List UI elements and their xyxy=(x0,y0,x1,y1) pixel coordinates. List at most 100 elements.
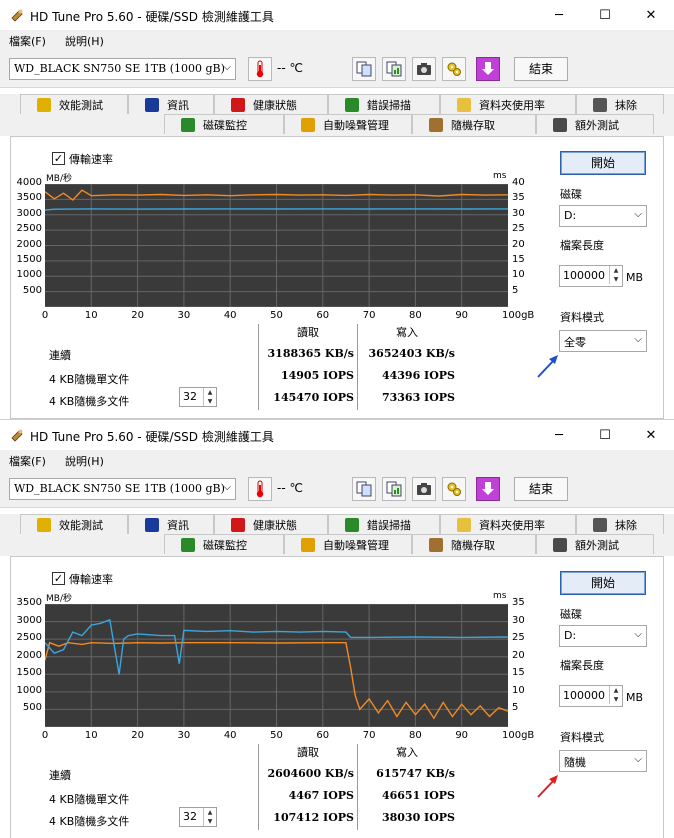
start-button[interactable]: 開始 xyxy=(560,571,646,595)
annotation-arrow-icon xyxy=(537,775,558,798)
tab-icon xyxy=(345,517,359,532)
drive-letter-select[interactable]: D: ⌵ xyxy=(559,205,647,227)
tab-icon xyxy=(145,97,159,112)
spinner-arrows-icon[interactable]: ▲ ▼ xyxy=(609,686,622,704)
transfer-rate-checkbox[interactable]: ✓ xyxy=(52,572,65,585)
y-tick-right: 30 xyxy=(512,207,525,219)
screenshot-button[interactable] xyxy=(412,57,436,81)
menu-file[interactable]: 檔案(F) xyxy=(9,453,46,469)
menu-file[interactable]: 檔案(F) xyxy=(9,33,46,49)
tab-label: 磁碟監控 xyxy=(203,118,247,132)
temperature-readout: -- ℃ xyxy=(277,481,303,495)
copy-text-button[interactable] xyxy=(352,57,376,81)
start-button[interactable]: 開始 xyxy=(560,151,646,175)
tab-label: 效能測試 xyxy=(59,518,103,532)
tab-row1-1[interactable]: 資訊 xyxy=(128,514,214,534)
tab-row2-2[interactable]: 自動噪聲管理 xyxy=(284,114,412,134)
x-tick: 70 xyxy=(362,310,376,321)
drive-select[interactable]: WD_BLACK SN750 SE 1TB (1000 gB) ⌵ xyxy=(9,58,236,80)
maximize-icon[interactable]: ☐ xyxy=(582,420,628,450)
copy-image-button[interactable] xyxy=(382,57,406,81)
tab-row2-3[interactable]: 隨機存取 xyxy=(412,534,536,554)
y-tick-left: 1000 xyxy=(16,684,42,696)
x-tick: 50 xyxy=(270,310,283,321)
tab-row1-3[interactable]: 錯誤掃描 xyxy=(328,514,440,534)
transfer-rate-checkbox[interactable]: ✓ xyxy=(52,152,65,165)
queue-depth-spinner[interactable]: 32 ▲ ▼ xyxy=(179,807,217,827)
tab-label: 自動噪聲管理 xyxy=(323,538,389,552)
menu-help[interactable]: 說明(H) xyxy=(65,33,104,49)
menu-help[interactable]: 說明(H) xyxy=(65,453,104,469)
drive-letter-select[interactable]: D: ⌵ xyxy=(559,625,647,647)
tab-row1-4[interactable]: 資料夾使用率 xyxy=(440,94,576,114)
tab-row2-2[interactable]: 自動噪聲管理 xyxy=(284,534,412,554)
temperature-button[interactable] xyxy=(248,477,272,501)
maximize-icon[interactable]: ☐ xyxy=(582,0,628,30)
x-tick: 60 xyxy=(316,730,330,741)
chevron-down-icon: ⌵ xyxy=(634,334,642,345)
download-arrow-icon xyxy=(482,482,494,495)
y-tick-right: 30 xyxy=(512,614,525,626)
chevron-down-icon: ⌵ xyxy=(634,629,642,640)
spinner-arrows-icon[interactable]: ▲ ▼ xyxy=(203,808,216,826)
chevron-down-icon: ⌵ xyxy=(634,209,642,220)
screenshot-button[interactable] xyxy=(412,477,436,501)
tab-icon xyxy=(145,517,159,532)
exit-button[interactable]: 結束 xyxy=(514,477,568,501)
tab-row1-4[interactable]: 資料夾使用率 xyxy=(440,514,576,534)
tab-row2-1[interactable]: 磁碟監控 xyxy=(164,114,284,134)
y-axis-unit-left: MB/秒 xyxy=(46,174,72,184)
data-mode-select[interactable]: 隨機 ⌵ xyxy=(559,750,647,772)
4k-single-read-value: 14905 IOPS xyxy=(280,369,354,382)
title-bar: HD Tune Pro 5.60 - 硬碟/SSD 檢測維護工具 ─ ☐ ✕ xyxy=(0,0,674,30)
y-tick-left: 500 xyxy=(22,702,42,714)
save-button[interactable] xyxy=(476,477,500,501)
tab-label: 資料夾使用率 xyxy=(479,518,545,532)
close-icon[interactable]: ✕ xyxy=(628,0,674,30)
tab-row1-0[interactable]: 效能測試 xyxy=(20,514,128,534)
write-header: 寫入 xyxy=(396,746,418,759)
minimize-icon[interactable]: ─ xyxy=(536,420,582,450)
copy-text-button[interactable] xyxy=(352,477,376,501)
data-mode-select[interactable]: 全零 ⌵ xyxy=(559,330,647,352)
y-tick-left: 2000 xyxy=(16,649,42,661)
temperature-button[interactable] xyxy=(248,57,272,81)
tab-row2-1[interactable]: 磁碟監控 xyxy=(164,534,284,554)
file-length-input[interactable]: 100000 ▲ ▼ xyxy=(559,265,623,287)
x-tick: 40 xyxy=(223,310,237,321)
4k-multi-write-value: 38030 IOPS xyxy=(381,811,455,824)
tab-row2-4[interactable]: 額外測試 xyxy=(536,114,654,134)
file-length-unit: MB xyxy=(626,691,644,704)
options-button[interactable] xyxy=(442,477,466,501)
queue-depth-spinner[interactable]: 32 ▲ ▼ xyxy=(179,387,217,407)
tab-row1-1[interactable]: 資訊 xyxy=(128,94,214,114)
drive-select[interactable]: WD_BLACK SN750 SE 1TB (1000 gB) ⌵ xyxy=(9,478,236,500)
minimize-icon[interactable]: ─ xyxy=(536,0,582,30)
tab-row1-5[interactable]: 抹除 xyxy=(576,94,664,114)
tab-row1-3[interactable]: 錯誤掃描 xyxy=(328,94,440,114)
options-button[interactable] xyxy=(442,57,466,81)
file-length-input[interactable]: 100000 ▲ ▼ xyxy=(559,685,623,707)
exit-button[interactable]: 結束 xyxy=(514,57,568,81)
spinner-arrows-icon[interactable]: ▲ ▼ xyxy=(203,388,216,406)
tab-row1-2[interactable]: 健康狀態 xyxy=(214,94,328,114)
close-icon[interactable]: ✕ xyxy=(628,420,674,450)
spinner-arrows-icon[interactable]: ▲ ▼ xyxy=(609,266,622,284)
window-title: HD Tune Pro 5.60 - 硬碟/SSD 檢測維護工具 xyxy=(30,430,274,444)
row-label-4k-multi: 4 KB隨機多文件 xyxy=(49,395,130,408)
tab-label: 資訊 xyxy=(167,98,189,112)
tab-row1-0[interactable]: 效能測試 xyxy=(20,94,128,114)
data-mode-value: 全零 xyxy=(564,336,586,349)
tab-icon xyxy=(553,537,567,552)
transfer-chart xyxy=(45,604,508,727)
camera-icon xyxy=(417,63,431,75)
tab-row1-2[interactable]: 健康狀態 xyxy=(214,514,328,534)
tab-row1-5[interactable]: 抹除 xyxy=(576,514,664,534)
copy-image-button[interactable] xyxy=(382,477,406,501)
row-label-4k-single: 4 KB隨機單文件 xyxy=(49,793,130,806)
save-button[interactable] xyxy=(476,57,500,81)
drive-letter-value: D: xyxy=(564,629,577,642)
row-label-4k-single: 4 KB隨機單文件 xyxy=(49,373,130,386)
tab-row2-4[interactable]: 額外測試 xyxy=(536,534,654,554)
tab-row2-3[interactable]: 隨機存取 xyxy=(412,114,536,134)
